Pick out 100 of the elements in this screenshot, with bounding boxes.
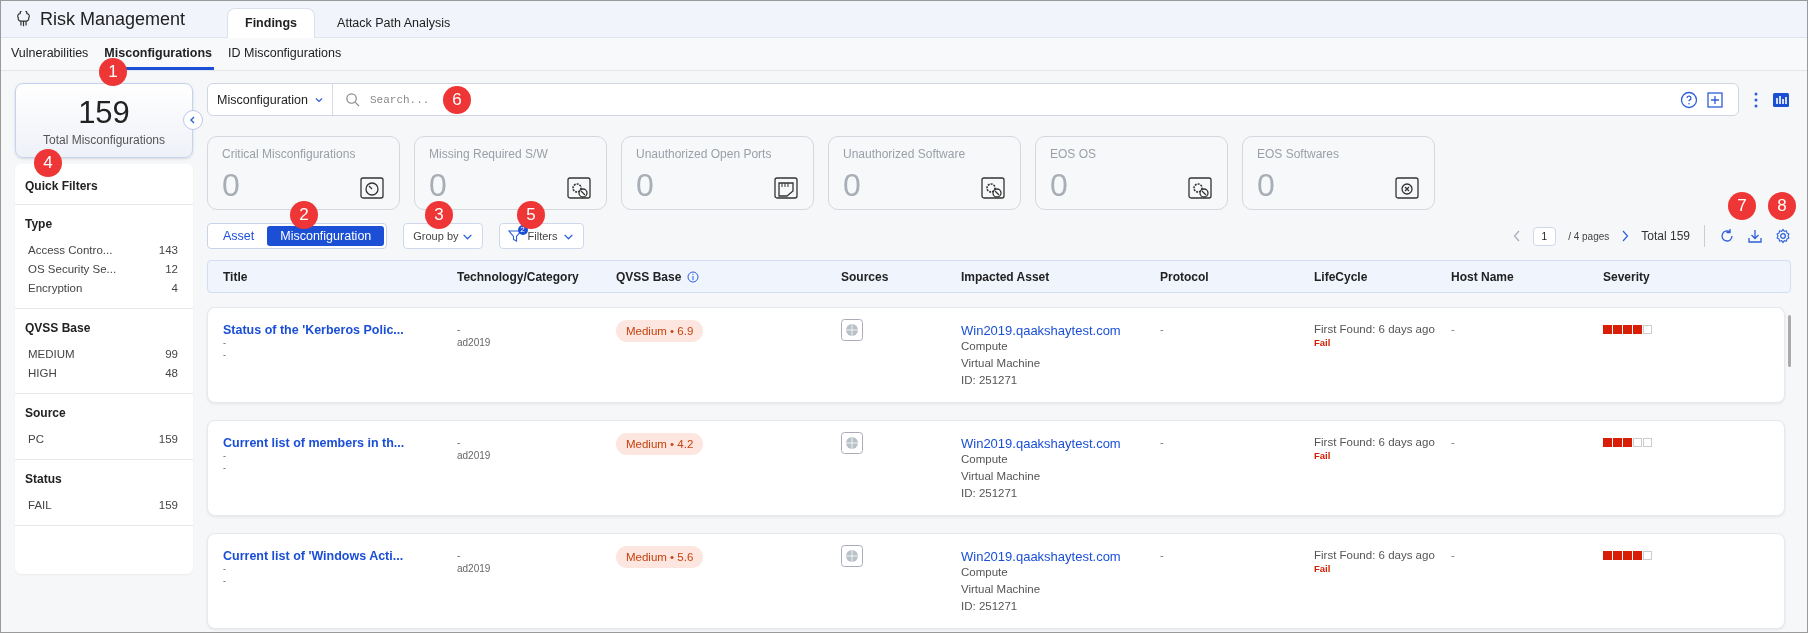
severity-segment <box>1603 438 1612 447</box>
add-icon[interactable] <box>1706 90 1724 109</box>
status-text: Fail <box>1314 337 1331 348</box>
column-header[interactable]: Technology/Category <box>457 269 579 284</box>
sub-tab[interactable]: ID Misconfigurations <box>226 38 344 70</box>
search-icon <box>345 92 360 107</box>
finding-row[interactable]: Current list of members in th... - - - ad2019 Medium • 4.2 Win2019.qaakshaytest.com Compute Virtual Machine ID: 251271 - First Found: 6 days ago Fail - <box>207 420 1785 516</box>
technology-text: - <box>457 323 461 336</box>
column-header[interactable]: LifeCycle <box>1314 269 1368 284</box>
help-icon[interactable] <box>1680 90 1698 109</box>
finding-row[interactable]: Current list of 'Windows Acti... - - - ad2019 Medium • 5.6 Win2019.qaakshaytest.com Compute Virtual Machine ID: 251271 - First Found: 6 days ago Fail - <box>207 533 1785 629</box>
main-tab[interactable]: Findings <box>227 8 316 38</box>
filter-count: 99 <box>165 348 178 360</box>
host-name-text: - <box>1451 323 1455 335</box>
status-text: Fail <box>1314 450 1331 461</box>
severity-segment <box>1623 325 1632 334</box>
finding-title[interactable]: Status of the 'Kerberos Polic... <box>223 323 404 337</box>
severity-segment <box>1603 325 1612 334</box>
sub-tab[interactable]: Vulnerabilities <box>9 38 91 70</box>
card-value: 0 <box>1050 169 1068 201</box>
view-toggle-option[interactable]: Asset <box>210 226 268 246</box>
status-text: Fail <box>1314 563 1331 574</box>
severity-segment <box>1643 438 1652 447</box>
asset-detail: ID: 251271 <box>961 486 1018 501</box>
asset-detail: Compute <box>961 452 1008 467</box>
filter-count: 48 <box>165 367 178 379</box>
total-label: Total Misconfigurations <box>42 132 166 147</box>
refresh-icon[interactable] <box>1719 228 1735 244</box>
asset-link[interactable]: Win2019.qaakshaytest.com <box>961 436 1121 451</box>
filter-label[interactable]: FAIL <box>28 499 52 511</box>
protocol-text: - <box>1160 436 1164 448</box>
asset-detail: Compute <box>961 565 1008 580</box>
filter-count: 143 <box>158 244 178 256</box>
card-value: 0 <box>222 169 240 201</box>
severity-segment <box>1643 551 1652 560</box>
group-by-dropdown[interactable]: Group by <box>403 223 483 249</box>
filter-group-title: Type <box>25 217 54 231</box>
card-label: EOS Softwares <box>1257 147 1341 161</box>
page-field[interactable]: 1 <box>1532 226 1557 246</box>
column-header[interactable]: QVSS Base <box>616 269 682 284</box>
app-title: Risk Management <box>40 8 186 30</box>
filter-label[interactable]: Access Contro... <box>28 244 113 256</box>
host-name-text: - <box>1451 436 1455 448</box>
quick-filters-title: Quick Filters <box>25 179 98 193</box>
title-detail: - <box>223 575 226 587</box>
info-icon <box>687 270 700 283</box>
asset-detail: Virtual Machine <box>961 582 1041 597</box>
column-header[interactable]: Severity <box>1603 269 1650 284</box>
column-header[interactable]: Host Name <box>1451 269 1514 284</box>
column-header[interactable]: Sources <box>841 269 889 284</box>
filter-label[interactable]: OS Security Se... <box>28 263 117 275</box>
main-tab[interactable]: Attack Path Analysis <box>319 8 469 38</box>
first-found-text: First Found: 6 days ago <box>1314 549 1435 561</box>
gauge-icon <box>359 175 385 201</box>
page-count: / 4 pages <box>1568 230 1610 242</box>
severity-segment <box>1613 325 1622 334</box>
globe-icon <box>841 432 863 454</box>
settings-icon[interactable] <box>1775 228 1791 244</box>
asset-link[interactable]: Win2019.qaakshaytest.com <box>961 323 1121 338</box>
column-header[interactable]: Protocol <box>1160 269 1209 284</box>
severity-segment <box>1613 551 1622 560</box>
card-value: 0 <box>1257 169 1275 201</box>
technology-text: - <box>457 549 461 562</box>
filters-button[interactable]: 2 Filters <box>498 223 585 249</box>
filter-label[interactable]: MEDIUM <box>28 348 75 360</box>
finding-row[interactable]: Status of the 'Kerberos Polic... - - - ad2019 Medium • 6.9 Win2019.qaakshaytest.com Compute Virtual Machine ID: 251271 - First Found: 6 days ago Fail - <box>207 307 1785 403</box>
severity-segment <box>1623 438 1632 447</box>
asset-link[interactable]: Win2019.qaakshaytest.com <box>961 549 1121 564</box>
scope-dropdown[interactable]: Misconfiguration <box>208 84 333 115</box>
download-icon[interactable] <box>1747 228 1763 244</box>
technology-text: - <box>457 436 461 449</box>
column-header[interactable]: Title <box>223 269 248 284</box>
qvss-badge: Medium • 5.6 <box>616 546 704 568</box>
column-header[interactable]: Impacted Asset <box>961 269 1050 284</box>
scrollbar-thumb[interactable] <box>1788 315 1791 367</box>
filter-count: 159 <box>158 499 178 511</box>
severity-segment <box>1633 551 1642 560</box>
next-page-icon[interactable] <box>1621 230 1630 242</box>
filter-label[interactable]: HIGH <box>28 367 57 379</box>
card-value: 0 <box>429 169 447 201</box>
finding-title[interactable]: Current list of members in th... <box>223 436 405 450</box>
severity-segment <box>1633 325 1642 334</box>
view-toggle-option[interactable]: Misconfiguration <box>267 226 385 246</box>
finding-title[interactable]: Current list of 'Windows Acti... <box>223 549 404 563</box>
card-label: Critical Misconfigurations <box>222 147 357 161</box>
filter-label[interactable]: PC <box>28 433 44 445</box>
title-detail: - <box>223 462 226 474</box>
asset-detail: Virtual Machine <box>961 469 1041 484</box>
technology-text: ad2019 <box>457 562 491 575</box>
total-value: 159 <box>78 94 130 131</box>
chart-icon[interactable] <box>1773 92 1789 107</box>
globe-icon <box>841 545 863 567</box>
filter-label[interactable]: Encryption <box>28 282 83 294</box>
funnel-icon <box>507 229 522 243</box>
more-icon[interactable] <box>1753 90 1759 109</box>
protocol-text: - <box>1160 549 1164 561</box>
card-label: EOS OS <box>1050 147 1097 161</box>
severity-segment <box>1633 438 1642 447</box>
card-value: 0 <box>636 169 654 201</box>
asset-detail: Compute <box>961 339 1008 354</box>
